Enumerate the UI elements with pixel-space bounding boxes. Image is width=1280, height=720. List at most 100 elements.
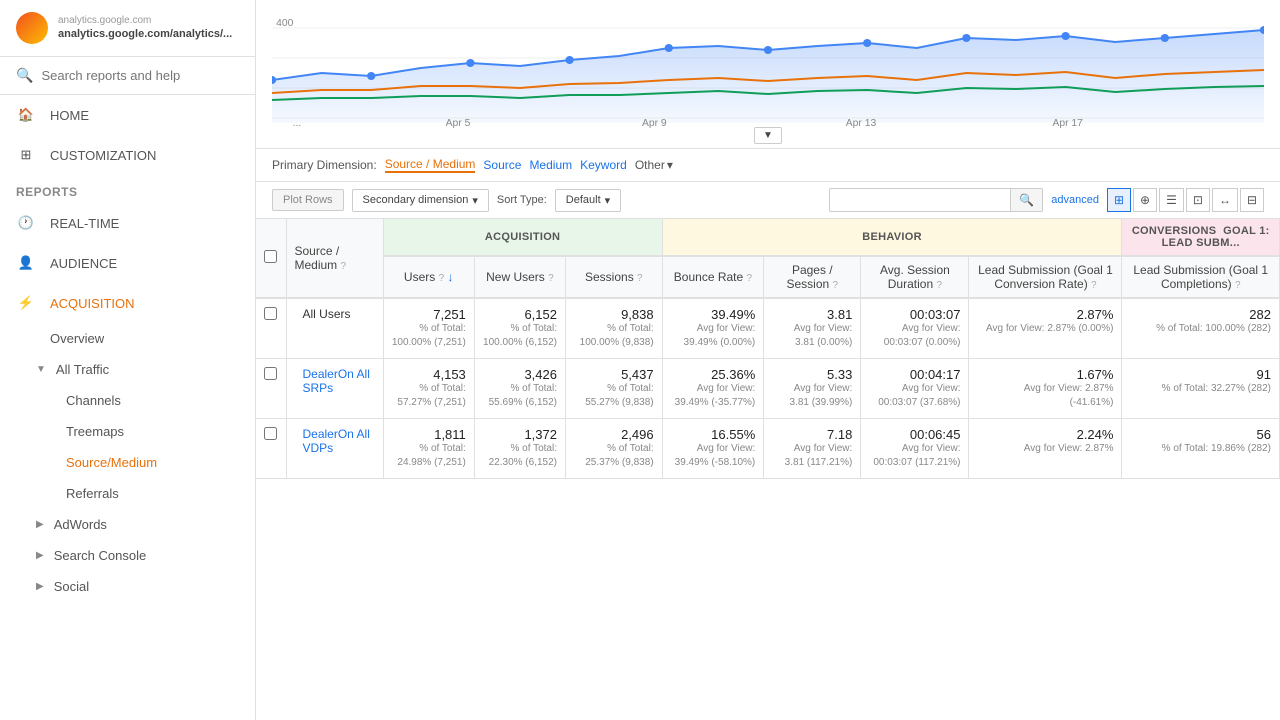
sidebar-item-all-traffic[interactable]: ▼ All Traffic <box>0 354 255 385</box>
acquisition-group-header: Acquisition <box>383 219 662 256</box>
bounce-rate-help-icon[interactable]: ? <box>747 273 753 284</box>
users-sort-icon[interactable]: ↓ <box>447 270 453 284</box>
sidebar-label-adwords: AdWords <box>54 517 107 532</box>
line-chart: 400 Apr 5 Apr 9 Apr 13 Apr 17 ... <box>272 8 1264 128</box>
sidebar-label-search-console: Search Console <box>54 548 147 563</box>
x-label-apr9: Apr 9 <box>642 118 667 128</box>
sidebar-item-home[interactable]: 🏠 HOME <box>0 95 255 135</box>
all-users-avg-session: 00:03:07 Avg for View: 00:03:07 (0.00%) <box>861 298 969 359</box>
sessions-help-icon[interactable]: ? <box>637 273 643 284</box>
source-medium-help-icon[interactable]: ? <box>341 261 347 272</box>
table-row: DealerOn All SRPs 4,153 % of Total: 57.2… <box>256 359 1280 419</box>
srps-completions: 91 % of Total: 32.27% (282) <box>1122 359 1280 419</box>
search-bar[interactable]: 🔍 <box>0 57 255 95</box>
search-icon: 🔍 <box>16 67 33 84</box>
expand-social-icon: ▶ <box>36 581 44 592</box>
sidebar-item-source-medium[interactable]: Source/Medium <box>0 447 255 478</box>
sidebar-item-overview[interactable]: Overview <box>0 323 255 354</box>
sort-default-dropdown[interactable]: Default ▾ <box>555 189 621 212</box>
all-users-conv-rate: 2.87% Avg for View: 2.87% (0.00%) <box>969 298 1122 359</box>
conv-rate-help-icon[interactable]: ? <box>1091 280 1097 291</box>
sidebar-item-search-console[interactable]: ▶ Search Console <box>0 540 255 571</box>
srps-bounce-rate: 25.36% Avg for View: 39.49% (-35.77%) <box>662 359 764 419</box>
sidebar-item-social[interactable]: ▶ Social <box>0 571 255 602</box>
plot-rows-button[interactable]: Plot Rows <box>272 189 344 211</box>
logo-text: analytics.google.com analytics.google.co… <box>58 14 232 41</box>
sidebar-item-treemaps[interactable]: Treemaps <box>0 416 255 447</box>
select-all-checkbox[interactable] <box>264 250 277 263</box>
x-label-apr5: Apr 5 <box>446 118 471 128</box>
view-icons: ⊞ ⊕ ☰ ⊡ ↔ ⊟ <box>1107 188 1264 212</box>
row-checkbox-srps <box>256 359 286 419</box>
vdps-pages-session: 7.18 Avg for View: 3.81 (117.21%) <box>764 419 861 479</box>
sidebar-label-home: HOME <box>50 108 89 123</box>
sort-type-label: Sort Type: <box>497 194 547 206</box>
srps-source-link[interactable]: DealerOn All SRPs <box>303 367 370 395</box>
blue-dot <box>764 46 772 54</box>
view-compare-button[interactable]: ⊡ <box>1186 188 1210 212</box>
sidebar-label-all-traffic: All Traffic <box>56 362 109 377</box>
table-row: DealerOn All VDPs 1,811 % of Total: 24.9… <box>256 419 1280 479</box>
sidebar-label-channels: Channels <box>66 393 121 408</box>
avg-session-help-icon[interactable]: ? <box>936 280 942 291</box>
dim-medium[interactable]: Medium <box>529 158 572 172</box>
x-label-apr13: Apr 13 <box>846 118 877 128</box>
view-pivot-button[interactable]: ↔ <box>1212 188 1238 212</box>
sidebar-label-social: Social <box>54 579 89 594</box>
advanced-link[interactable]: advanced <box>1051 194 1099 206</box>
blue-dot <box>863 39 871 47</box>
row-checkbox-input-vdps[interactable] <box>264 427 277 440</box>
view-list-button[interactable]: ☰ <box>1159 188 1184 212</box>
row-checkbox-vdps <box>256 419 286 479</box>
all-users-users: 7,251 % of Total: 100.00% (7,251) <box>383 298 474 359</box>
expand-search-console-icon: ▶ <box>36 550 44 561</box>
table-search-box: 🔍 <box>829 188 1043 212</box>
vdps-avg-session: 00:06:45 Avg for View: 00:03:07 (117.21%… <box>861 419 969 479</box>
blue-dot <box>665 44 673 52</box>
dim-source[interactable]: Source <box>483 158 521 172</box>
dim-keyword[interactable]: Keyword <box>580 158 627 172</box>
sidebar-item-realtime[interactable]: 🕐 REAL-TIME <box>0 203 255 243</box>
view-grid-button[interactable]: ⊞ <box>1107 188 1131 212</box>
view-custom-button[interactable]: ⊟ <box>1240 188 1264 212</box>
sidebar-label-customization: CUSTOMIZATION <box>50 148 156 163</box>
pages-session-help-icon[interactable]: ? <box>833 280 839 291</box>
all-users-completions: 282 % of Total: 100.00% (282) <box>1122 298 1280 359</box>
new-users-help-icon[interactable]: ? <box>548 273 554 284</box>
home-icon: 🏠 <box>16 105 36 125</box>
chart-dimension-dropdown[interactable]: ▼ <box>754 127 782 144</box>
chart-area-fill <box>272 30 1264 123</box>
table-search-input[interactable] <box>830 190 1010 210</box>
sidebar-label-treemaps: Treemaps <box>66 424 124 439</box>
sidebar-label-audience: AUDIENCE <box>50 256 117 271</box>
sort-chevron-icon: ▾ <box>605 194 611 207</box>
dim-other-dropdown[interactable]: Other ▾ <box>635 158 673 172</box>
completions-help-icon[interactable]: ? <box>1235 280 1241 291</box>
sidebar-label-acquisition: ACQUISITION <box>50 296 135 311</box>
dim-source-medium[interactable]: Source / Medium <box>385 157 476 173</box>
sidebar-item-audience[interactable]: 👤 AUDIENCE <box>0 243 255 283</box>
sidebar-item-referrals[interactable]: Referrals <box>0 478 255 509</box>
sidebar-label-referrals: Referrals <box>66 486 119 501</box>
vdps-sessions: 2,496 % of Total: 25.37% (9,838) <box>566 419 663 479</box>
view-chart-button[interactable]: ⊕ <box>1133 188 1157 212</box>
blue-dot <box>565 56 573 64</box>
sidebar-item-adwords[interactable]: ▶ AdWords <box>0 509 255 540</box>
ga-logo-icon <box>16 12 48 44</box>
sidebar-item-channels[interactable]: Channels <box>0 385 255 416</box>
users-help-icon[interactable]: ? <box>439 273 445 284</box>
vdps-source-link[interactable]: DealerOn All VDPs <box>303 427 370 455</box>
expand-icon: ▼ <box>36 364 46 375</box>
new-users-header: New Users ? <box>474 256 565 298</box>
secondary-dimension-dropdown[interactable]: Secondary dimension ▾ <box>352 189 489 212</box>
sidebar-item-acquisition[interactable]: ⚡ ACQUISITION <box>0 283 255 323</box>
acquisition-icon: ⚡ <box>16 293 36 313</box>
row-checkbox-input[interactable] <box>264 307 277 320</box>
sidebar-item-customization[interactable]: ⊞ CUSTOMIZATION <box>0 135 255 175</box>
row-checkbox-all <box>256 298 286 359</box>
behavior-group-header: Behavior <box>662 219 1122 256</box>
table-search-button[interactable]: 🔍 <box>1010 189 1042 211</box>
row-checkbox-input-srps[interactable] <box>264 367 277 380</box>
search-input[interactable] <box>41 68 239 83</box>
all-users-bounce-rate: 39.49% Avg for View: 39.49% (0.00%) <box>662 298 764 359</box>
